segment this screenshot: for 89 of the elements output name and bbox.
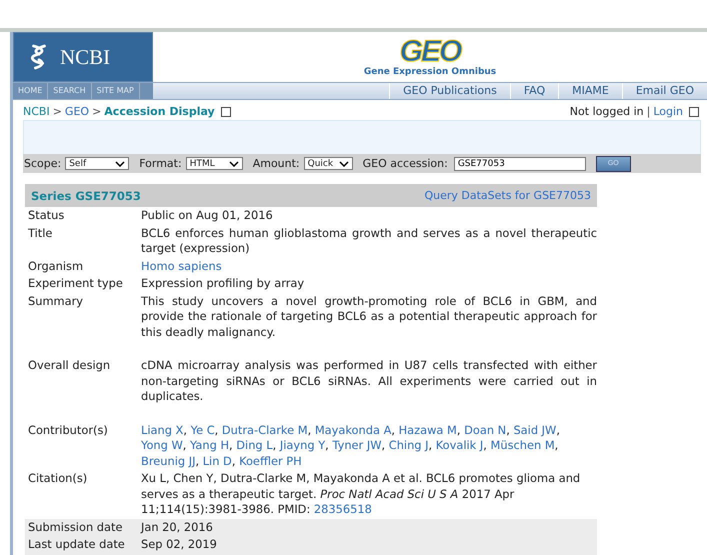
contributor-link[interactable]: Liang X bbox=[141, 422, 184, 436]
separator: | bbox=[646, 105, 650, 118]
contributor-link[interactable]: Said JW bbox=[513, 422, 556, 436]
pmid-link[interactable]: 28356518 bbox=[314, 502, 372, 516]
field-paragraph: This study uncovers a novel growth-promoting role of BCL6 in GBM, and provide the rationale of targeting BCL6 as a potential therapeutic approach for this deadly malignancy. bbox=[141, 294, 597, 340]
field-paragraph: cDNA microarray analysis was performed in U87 cells transfected with either non-targeting siRNAs or BCL6 siRNAs. All experiments were carried out in duplicates. bbox=[141, 358, 597, 404]
nav-link[interactable]: GEO Publications bbox=[389, 83, 510, 99]
nav-link[interactable]: FAQ bbox=[510, 83, 558, 99]
comma: , bbox=[232, 454, 236, 468]
citation-text: Xu L, Chen Y, Dutra-Clarke M, Mayakonda A et al. BCL6 promotes glioma and serves as a therapeutic target. Proc Natl Acad Sci U S A 2017 Apr 11;114(15):3981-3986. PMID: 28356518 bbox=[141, 471, 582, 518]
ncbi-logo[interactable]: NCBI bbox=[13, 32, 153, 82]
field-value: Expression profiling by array bbox=[141, 276, 306, 292]
help-icon[interactable] bbox=[689, 106, 699, 116]
comma: , bbox=[391, 422, 395, 436]
contributor-link[interactable]: Doan N bbox=[464, 422, 506, 436]
amount-dropdown[interactable]: Quick bbox=[304, 157, 353, 170]
comma: , bbox=[554, 438, 558, 452]
nav-link[interactable]: SEARCH bbox=[48, 83, 92, 99]
comma: , bbox=[381, 438, 386, 452]
field-label: Contributor(s) bbox=[28, 422, 109, 438]
contributor-link[interactable]: Yong W bbox=[141, 438, 183, 452]
contributor-link[interactable]: Kovalik J bbox=[436, 438, 484, 452]
geo-logo[interactable]: GEO bbox=[400, 37, 460, 67]
comma: , bbox=[229, 438, 233, 452]
contributor-link[interactable]: Ding L bbox=[236, 438, 273, 452]
field-value: BCL6 enforces human glioblastoma growth and serves as a novel therapeutic target (expression) bbox=[141, 226, 597, 256]
contributor-link[interactable]: Müschen M bbox=[490, 438, 555, 452]
field-label: Scope: bbox=[24, 157, 62, 170]
field-value: Sep 02, 2019 bbox=[141, 537, 218, 552]
comma: , bbox=[428, 438, 432, 452]
field-label: Status bbox=[28, 208, 66, 224]
field-label: Experiment type bbox=[28, 276, 124, 292]
comma: , bbox=[325, 438, 329, 452]
page-title: Accession Display bbox=[104, 105, 215, 118]
accession-field[interactable]: GSE77053 bbox=[454, 156, 586, 170]
field-label: Amount: bbox=[252, 157, 300, 170]
field-label: Summary bbox=[28, 294, 84, 310]
organism-link[interactable]: Homo sapiens bbox=[141, 258, 222, 272]
comma: , bbox=[308, 422, 312, 436]
series-title: Series GSE77053 bbox=[31, 188, 141, 202]
scope-dropdown[interactable]: Self bbox=[65, 157, 130, 170]
field-value: Public on Aug 01, 2016 bbox=[141, 208, 274, 224]
contributor-link[interactable]: Mayakonda A bbox=[314, 422, 392, 436]
chevron-icon bbox=[338, 160, 349, 166]
breadcrumb-separator: > bbox=[52, 105, 62, 118]
breadcrumb-separator: > bbox=[92, 105, 102, 118]
contributor-link[interactable]: Ye C bbox=[190, 422, 215, 436]
nav-link[interactable]: MIAME bbox=[558, 83, 622, 99]
comma: , bbox=[195, 454, 200, 468]
contributor-link[interactable]: Ching J bbox=[388, 438, 429, 452]
field-label: Submission date bbox=[28, 520, 124, 535]
nav-link[interactable]: SITE MAP bbox=[92, 83, 140, 99]
contributor-link[interactable]: Koeffler PH bbox=[239, 454, 302, 468]
contributor-link[interactable]: Hazawa M bbox=[398, 422, 457, 436]
field-label: GEO accession: bbox=[362, 157, 448, 170]
breadcrumb-link[interactable]: GEO bbox=[64, 105, 90, 118]
contributor-link[interactable]: Dutra-Clarke M bbox=[222, 422, 308, 436]
field-label: Format: bbox=[139, 157, 182, 170]
nav-link[interactable]: Email GEO bbox=[622, 83, 707, 99]
chevron-icon bbox=[115, 160, 126, 166]
comma: , bbox=[556, 422, 560, 436]
nav-link[interactable]: HOME bbox=[13, 83, 48, 99]
comma: , bbox=[183, 422, 187, 436]
field-label: Title bbox=[28, 226, 54, 242]
comma: , bbox=[506, 422, 510, 436]
comma: , bbox=[182, 438, 186, 452]
field-value: Jan 20, 2016 bbox=[141, 520, 214, 535]
field-label: Citation(s) bbox=[28, 471, 88, 487]
ncbi-wordmark: NCBI bbox=[60, 44, 110, 70]
breadcrumb-link[interactable]: NCBI bbox=[23, 105, 50, 118]
login-link[interactable]: Login bbox=[653, 105, 683, 118]
query-link[interactable]: Query DataSets for GSE77053 bbox=[424, 189, 591, 202]
field-label: Organism bbox=[28, 258, 84, 274]
format-dropdown[interactable]: HTML bbox=[186, 157, 243, 170]
contributor-link[interactable]: Yang H bbox=[190, 438, 230, 452]
contributor-link[interactable]: Jiayng Y bbox=[280, 438, 326, 452]
field-label: Last update date bbox=[28, 537, 126, 552]
contributor-link[interactable]: Lin D bbox=[202, 454, 232, 468]
help-icon[interactable] bbox=[220, 106, 231, 116]
contributor-link[interactable]: Breunig JJ bbox=[141, 454, 196, 468]
chevron-icon bbox=[228, 160, 239, 166]
comma: , bbox=[483, 438, 487, 452]
geo-subtitle: Gene Expression Omnibus bbox=[364, 67, 496, 77]
comma: , bbox=[272, 438, 276, 452]
login-status: Not logged in bbox=[570, 105, 644, 118]
field-label: Overall design bbox=[28, 358, 112, 374]
comma: , bbox=[456, 422, 460, 436]
contributor-link[interactable]: Tyner JW bbox=[332, 438, 382, 452]
comma: , bbox=[214, 422, 218, 436]
